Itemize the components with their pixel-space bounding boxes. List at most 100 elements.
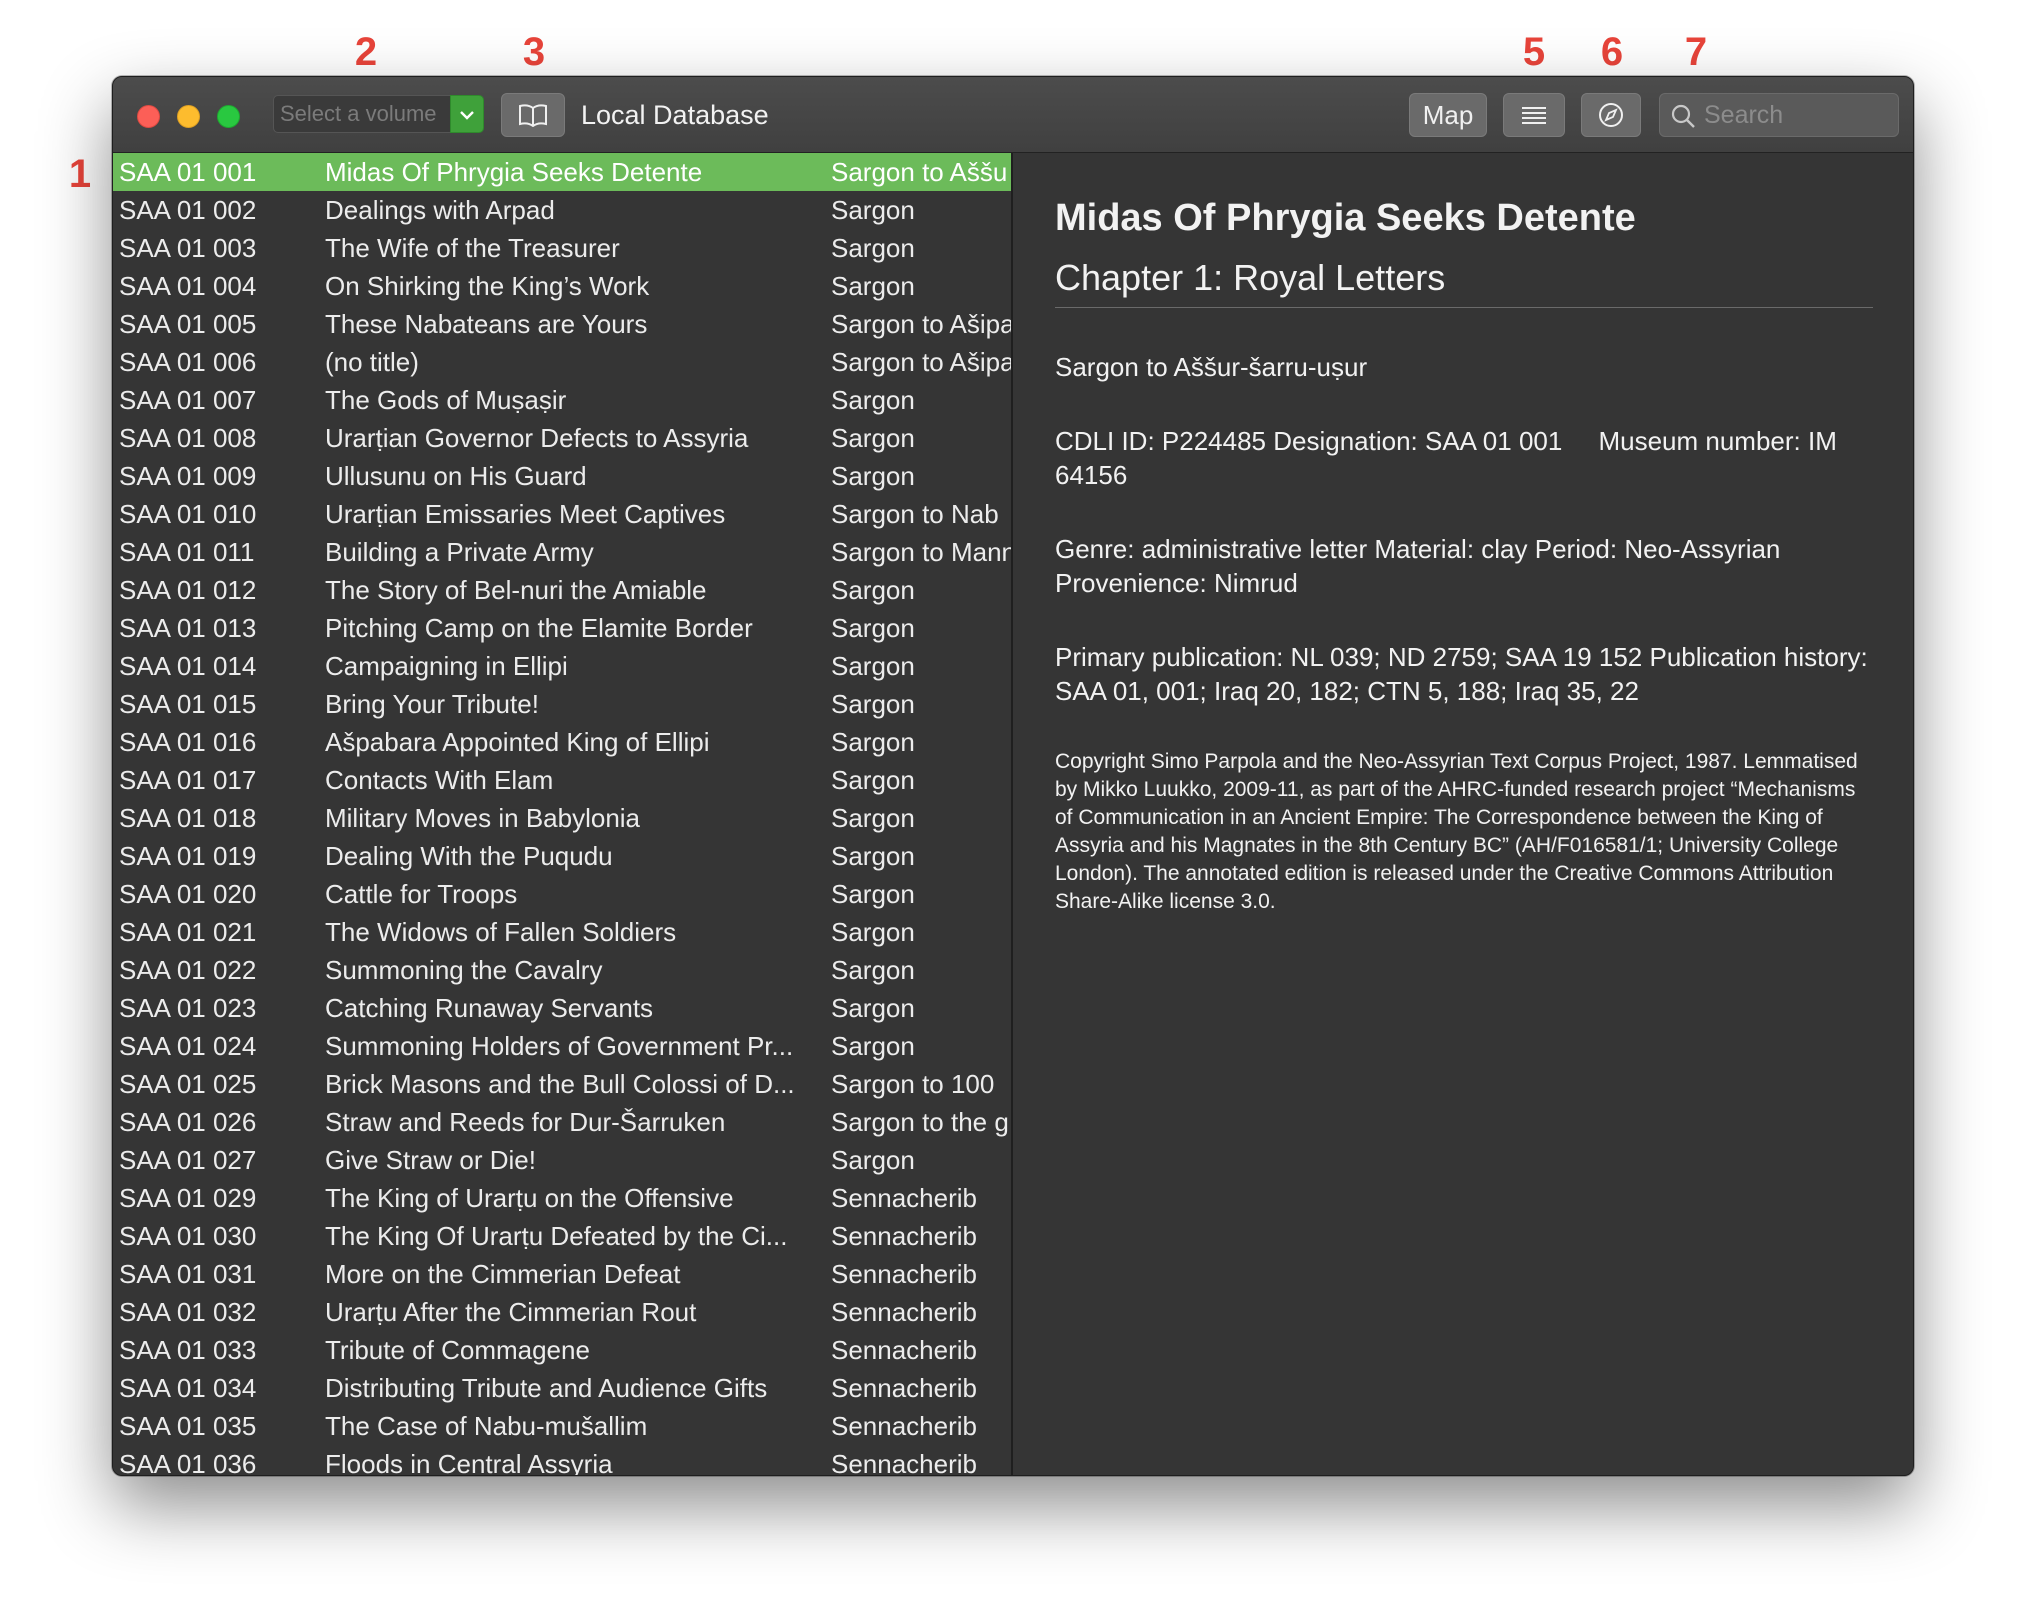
row-author: Sennacherib <box>831 1259 977 1289</box>
list-row[interactable]: SAA 01 025 Brick Masons and the Bull Colo… <box>113 1065 1011 1103</box>
list-row[interactable]: SAA 01 030 The King Of Urarṭu Defeated by… <box>113 1217 1011 1255</box>
row-id: SAA 01 004 <box>119 271 257 301</box>
row-author: Sargon <box>831 765 915 795</box>
row-author: Sargon <box>831 385 915 415</box>
list-row[interactable]: SAA 01 012 The Story of Bel-nuri the Amia… <box>113 571 1011 609</box>
row-title: Summoning the Cavalry <box>325 955 603 985</box>
list-row[interactable]: SAA 01 024 Summoning Holders of Governmen… <box>113 1027 1011 1065</box>
list-row[interactable]: SAA 01 022 Summoning the Cavalry Sargon <box>113 951 1011 989</box>
row-author: Sargon <box>831 651 915 681</box>
list-row[interactable]: SAA 01 009 Ullusunu on His Guard Sargon <box>113 457 1011 495</box>
row-author: Sennacherib <box>831 1335 977 1365</box>
row-author: Sargon <box>831 917 915 947</box>
row-title: Contacts With Elam <box>325 765 554 795</box>
book-icon <box>518 104 548 128</box>
row-author: Sargon <box>831 195 915 225</box>
row-title: Building a Private Army <box>325 537 594 567</box>
search-input[interactable] <box>1704 98 1890 132</box>
list-row[interactable]: SAA 01 017 Contacts With Elam Sargon <box>113 761 1011 799</box>
row-author: Sargon <box>831 689 915 719</box>
list-row[interactable]: SAA 01 019 Dealing With the Puqudu Sargon <box>113 837 1011 875</box>
row-author: Sennacherib <box>831 1411 977 1441</box>
book-button[interactable] <box>501 93 565 137</box>
list-row[interactable]: SAA 01 033 Tribute of Commagene Sennacheri… <box>113 1331 1011 1369</box>
callout-2: 2 <box>354 30 378 74</box>
detail-ids: CDLI ID: P224485 Designation: SAA 01 001… <box>1055 426 1845 490</box>
row-id: SAA 01 031 <box>119 1259 257 1289</box>
row-title: Catching Runaway Servants <box>325 993 654 1023</box>
volume-select[interactable]: Select a volume <box>273 95 455 133</box>
row-id: SAA 01 001 <box>119 157 257 187</box>
row-title: Distributing Tribute and Audience Gifts <box>325 1373 768 1403</box>
row-id: SAA 01 032 <box>119 1297 257 1327</box>
list-row[interactable]: SAA 01 015 Bring Your Tribute! Sargon <box>113 685 1011 723</box>
row-id: SAA 01 022 <box>119 955 257 985</box>
list-row[interactable]: SAA 01 036 Floods in Central Assyria Senna… <box>113 1445 1011 1476</box>
list-row[interactable]: SAA 01 021 The Widows of Fallen Soldiers S… <box>113 913 1011 951</box>
callout-5: 5 <box>1522 30 1546 74</box>
row-title: Midas Of Phrygia Seeks Detente <box>325 157 703 187</box>
text-list[interactable]: SAA 01 001 Midas Of Phrygia Seeks Detente… <box>113 153 1013 1476</box>
list-row[interactable]: SAA 01 023 Catching Runaway Servants Sargo… <box>113 989 1011 1027</box>
list-row[interactable]: SAA 01 032 Urarṭu After the Cimmerian Rou… <box>113 1293 1011 1331</box>
row-title: The Wife of the Treasurer <box>325 233 620 263</box>
row-id: SAA 01 033 <box>119 1335 257 1365</box>
list-row[interactable]: SAA 01 029 The King of Urarṭu on the Offe… <box>113 1179 1011 1217</box>
list-row[interactable]: SAA 01 005 These Nabateans are Yours Sargo… <box>113 305 1011 343</box>
row-id: SAA 01 003 <box>119 233 257 263</box>
row-title: More on the Cimmerian Defeat <box>325 1259 681 1289</box>
row-id: SAA 01 014 <box>119 651 257 681</box>
row-title: The Widows of Fallen Soldiers <box>325 917 677 947</box>
list-row[interactable]: SAA 01 027 Give Straw or Die! Sargon <box>113 1141 1011 1179</box>
list-row[interactable]: SAA 01 013 Pitching Camp on the Elamite B… <box>113 609 1011 647</box>
row-id: SAA 01 024 <box>119 1031 257 1061</box>
row-author: Sargon <box>831 233 915 263</box>
list-row[interactable]: SAA 01 035 The Case of Nabu-mušallim Senna… <box>113 1407 1011 1445</box>
list-row[interactable]: SAA 01 034 Distributing Tribute and Audie… <box>113 1369 1011 1407</box>
search-field[interactable] <box>1659 93 1899 137</box>
row-id: SAA 01 013 <box>119 613 257 643</box>
list-row[interactable]: SAA 01 031 More on the Cimmerian Defeat Se… <box>113 1255 1011 1293</box>
list-row[interactable]: SAA 01 002 Dealings with Arpad Sargon <box>113 191 1011 229</box>
list-row[interactable]: SAA 01 008 Urarṭian Governor Defects to A… <box>113 419 1011 457</box>
row-title: Pitching Camp on the Elamite Border <box>325 613 753 643</box>
row-title: On Shirking the King’s Work <box>325 271 650 301</box>
list-row[interactable]: SAA 01 026 Straw and Reeds for Dur-Šarruk… <box>113 1103 1011 1141</box>
minimize-window-button[interactable] <box>177 105 200 128</box>
row-id: SAA 01 010 <box>119 499 257 529</box>
compass-button[interactable] <box>1581 93 1641 137</box>
row-author: Sargon <box>831 423 915 453</box>
list-row[interactable]: SAA 01 014 Campaigning in Ellipi Sargon <box>113 647 1011 685</box>
list-row[interactable]: SAA 01 016 Ašpabara Appointed King of Ell… <box>113 723 1011 761</box>
row-author: Sargon to Mann <box>831 537 1013 567</box>
row-title: Give Straw or Die! <box>325 1145 536 1175</box>
row-author: Sargon <box>831 727 915 757</box>
zoom-window-button[interactable] <box>217 105 240 128</box>
row-id: SAA 01 036 <box>119 1449 257 1476</box>
chevron-down-icon[interactable] <box>450 95 484 133</box>
list-row[interactable]: SAA 01 006 (no title) Sargon to Ašipa <box>113 343 1011 381</box>
list-view-button[interactable] <box>1503 93 1565 137</box>
list-row[interactable]: SAA 01 020 Cattle for Troops Sargon <box>113 875 1011 913</box>
list-row[interactable]: SAA 01 018 Military Moves in Babylonia Sar… <box>113 799 1011 837</box>
list-row[interactable]: SAA 01 011 Building a Private Army Sargon … <box>113 533 1011 571</box>
row-author: Sargon <box>831 803 915 833</box>
row-title: Dealings with Arpad <box>325 195 555 225</box>
row-id: SAA 01 017 <box>119 765 257 795</box>
list-row[interactable]: SAA 01 007 The Gods of Muṣaṣir Sargon <box>113 381 1011 419</box>
row-id: SAA 01 027 <box>119 1145 257 1175</box>
row-author: Sargon to Ašipa <box>831 347 1013 377</box>
list-row[interactable]: SAA 01 003 The Wife of the Treasurer Sargo… <box>113 229 1011 267</box>
callout-1: 1 <box>68 152 92 196</box>
detail-title: Midas Of Phrygia Seeks Detente <box>1055 197 1636 239</box>
close-window-button[interactable] <box>137 105 160 128</box>
list-row[interactable]: SAA 01 001 Midas Of Phrygia Seeks Detente… <box>113 153 1011 191</box>
list-row[interactable]: SAA 01 004 On Shirking the King’s Work Sar… <box>113 267 1011 305</box>
row-id: SAA 01 007 <box>119 385 257 415</box>
callout-7: 7 <box>1684 30 1708 74</box>
map-button[interactable]: Map <box>1409 93 1487 137</box>
row-title: The King Of Urarṭu Defeated by the Ci... <box>325 1221 788 1251</box>
list-row[interactable]: SAA 01 010 Urarṭian Emissaries Meet Capti… <box>113 495 1011 533</box>
row-author: Sargon to 100 <box>831 1069 995 1099</box>
row-id: SAA 01 002 <box>119 195 257 225</box>
